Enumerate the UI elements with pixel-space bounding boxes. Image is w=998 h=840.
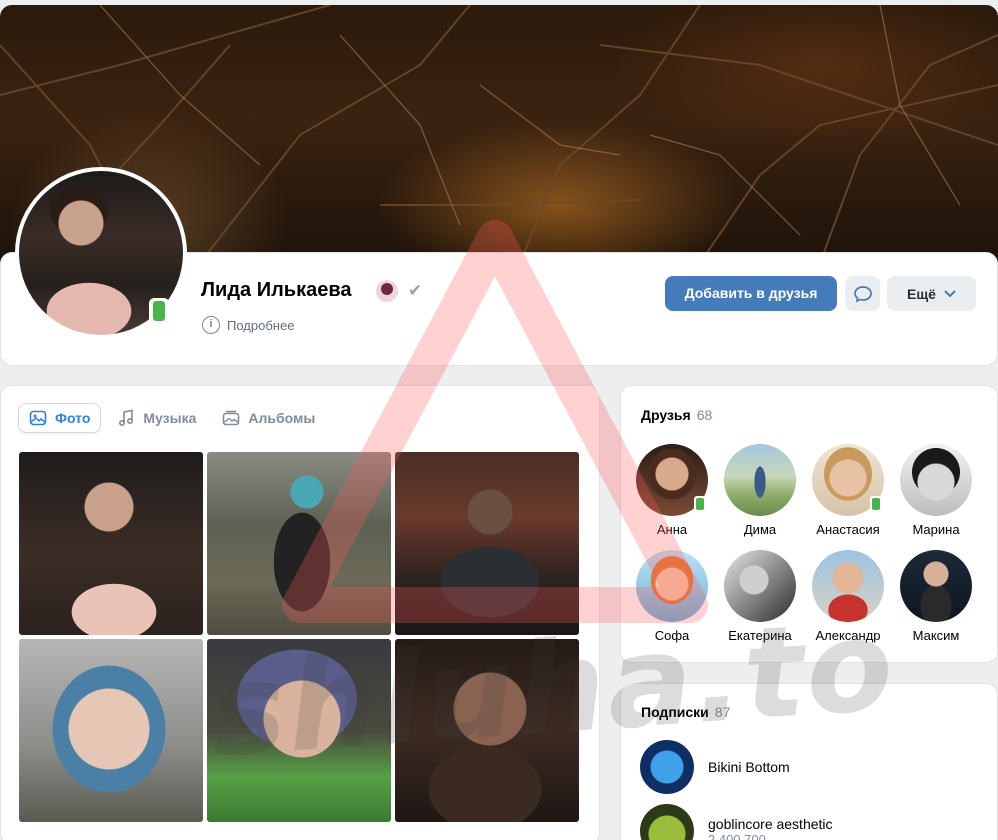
friend-marina[interactable]: Марина [892, 444, 980, 537]
tab-music-label: Музыка [143, 410, 197, 426]
friend-name: Дима [743, 522, 777, 537]
more-menu-button[interactable]: Ещё [887, 276, 976, 311]
mobile-online-icon [870, 496, 882, 512]
photo-thumbnail[interactable] [395, 452, 579, 635]
friend-dima[interactable]: Дима [716, 444, 804, 537]
friend-avatar [812, 444, 884, 516]
subscription-name: goblincore aesthetic [708, 815, 833, 832]
tab-photos-label: Фото [55, 410, 91, 426]
more-info-link[interactable]: i Подробнее [202, 316, 294, 334]
tab-albums-label: Альбомы [248, 410, 316, 426]
mobile-online-icon [149, 298, 169, 324]
tab-albums[interactable]: Альбомы [212, 403, 325, 433]
chevron-down-icon [944, 289, 956, 297]
message-icon [853, 285, 872, 302]
tab-photos[interactable]: Фото [18, 403, 102, 433]
community-avatar [640, 804, 694, 840]
message-button[interactable] [845, 276, 880, 311]
friends-title-label: Друзья [641, 407, 691, 423]
friend-maksim[interactable]: Максим [892, 550, 980, 643]
mobile-online-icon [694, 496, 706, 512]
friend-name: Анна [656, 522, 688, 537]
status-emoji-icon [376, 280, 398, 302]
friend-avatar [900, 444, 972, 516]
profile-name: Лида Илькаева [201, 279, 352, 301]
subscription-count: 2 400 700 [708, 831, 766, 840]
check-icon: ✔ [408, 281, 423, 300]
tab-music[interactable]: Музыка [107, 403, 206, 433]
add-friend-button[interactable]: Добавить в друзья [665, 276, 837, 311]
friend-name: Анастасия [816, 522, 880, 537]
friend-anna[interactable]: Анна [628, 444, 716, 537]
photo-thumbnail[interactable] [19, 639, 203, 822]
friend-name: Максим [912, 628, 960, 643]
photo-icon [29, 410, 47, 426]
photo-thumbnail[interactable] [207, 452, 391, 635]
subscription-item[interactable]: goblincore aesthetic 2 400 700 [640, 804, 833, 840]
more-menu-label: Ещё [907, 285, 936, 302]
info-icon: i [202, 316, 220, 334]
photo-thumbnail[interactable] [19, 452, 203, 635]
media-tabs: Фото Музыка Альбомы [18, 403, 325, 433]
friend-avatar [724, 444, 796, 516]
albums-icon [223, 410, 240, 426]
friends-title[interactable]: Друзья 68 [641, 407, 712, 423]
friends-count: 68 [696, 407, 713, 423]
music-icon [119, 409, 134, 427]
friend-avatar [900, 550, 972, 622]
friend-avatar [636, 444, 708, 516]
friend-name: Марина [912, 522, 960, 537]
subscription-name: Bikini Bottom [708, 759, 790, 775]
friend-anastasia[interactable]: Анастасия [804, 444, 892, 537]
more-info-label: Подробнее [227, 317, 295, 333]
